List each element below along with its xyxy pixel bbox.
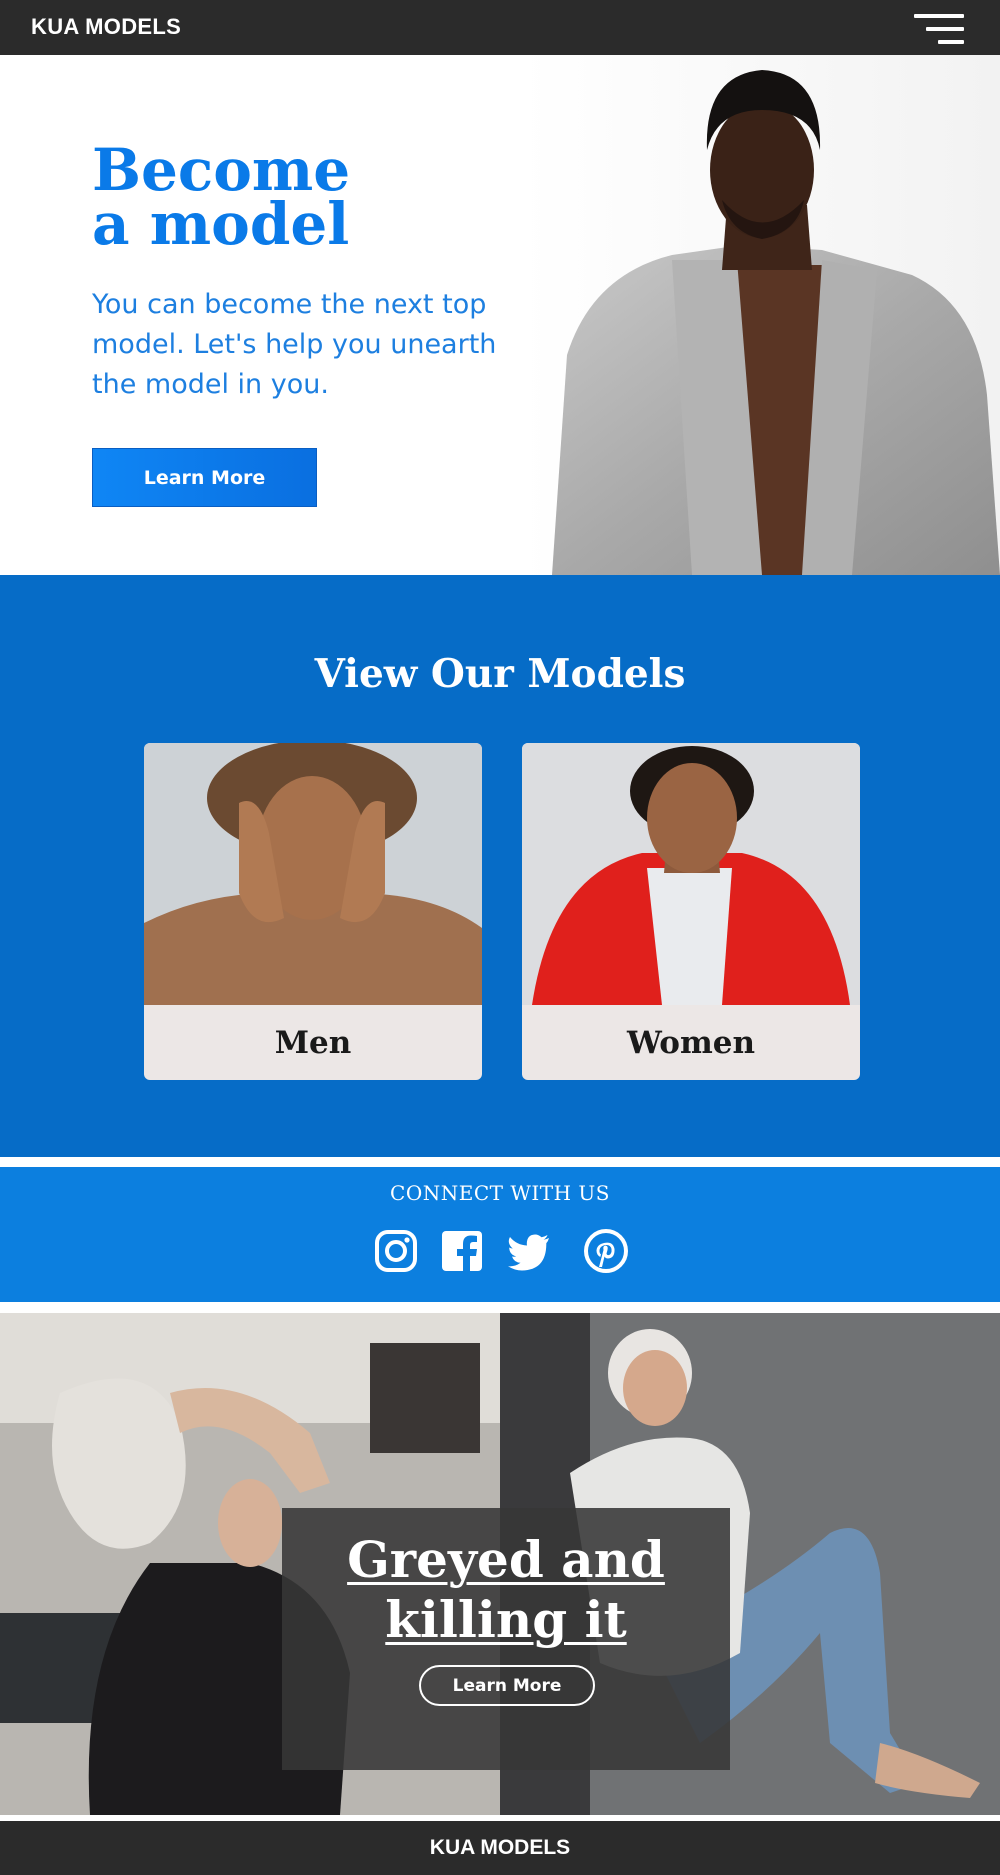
models-section: View Our Models Men Women <box>0 575 1000 1157</box>
instagram-icon[interactable] <box>374 1229 418 1273</box>
hamburger-menu-icon[interactable] <box>914 14 964 46</box>
twitter-icon[interactable] <box>507 1229 551 1273</box>
hero-learn-more-button[interactable]: Learn More <box>92 448 317 507</box>
women-model-photo <box>522 743 860 1005</box>
hero-title: Become a model <box>92 136 351 258</box>
footer: KUA MODELS <box>0 1821 1000 1875</box>
hero-model-photo <box>522 55 1000 575</box>
models-section-title: View Our Models <box>314 651 686 697</box>
women-card-label: Women <box>626 1024 756 1061</box>
promo-title[interactable]: Greyed and killing it <box>282 1530 730 1650</box>
brand-logo[interactable]: KUA MODELS <box>31 14 181 40</box>
women-category-card[interactable]: Women <box>522 743 860 1080</box>
footer-brand: KUA MODELS <box>429 1836 571 1859</box>
facebook-icon[interactable] <box>440 1229 484 1273</box>
hero-description: You can become the next top model. Let's… <box>92 289 497 400</box>
promo-banner: Greyed and killing it Learn More <box>0 1313 1000 1815</box>
pinterest-icon[interactable] <box>584 1229 628 1273</box>
promo-overlay-box: Greyed and killing it Learn More <box>282 1508 730 1770</box>
promo-learn-more-button[interactable]: Learn More <box>419 1665 595 1706</box>
hero-section: Become a model You can become the next t… <box>0 55 1000 575</box>
connect-title: CONNECT WITH US <box>390 1181 610 1205</box>
men-category-card[interactable]: Men <box>144 743 482 1080</box>
men-card-label: Men <box>274 1024 352 1061</box>
top-navbar: KUA MODELS <box>0 0 1000 55</box>
connect-section: CONNECT WITH US <box>0 1167 1000 1302</box>
men-model-photo <box>144 743 482 1005</box>
